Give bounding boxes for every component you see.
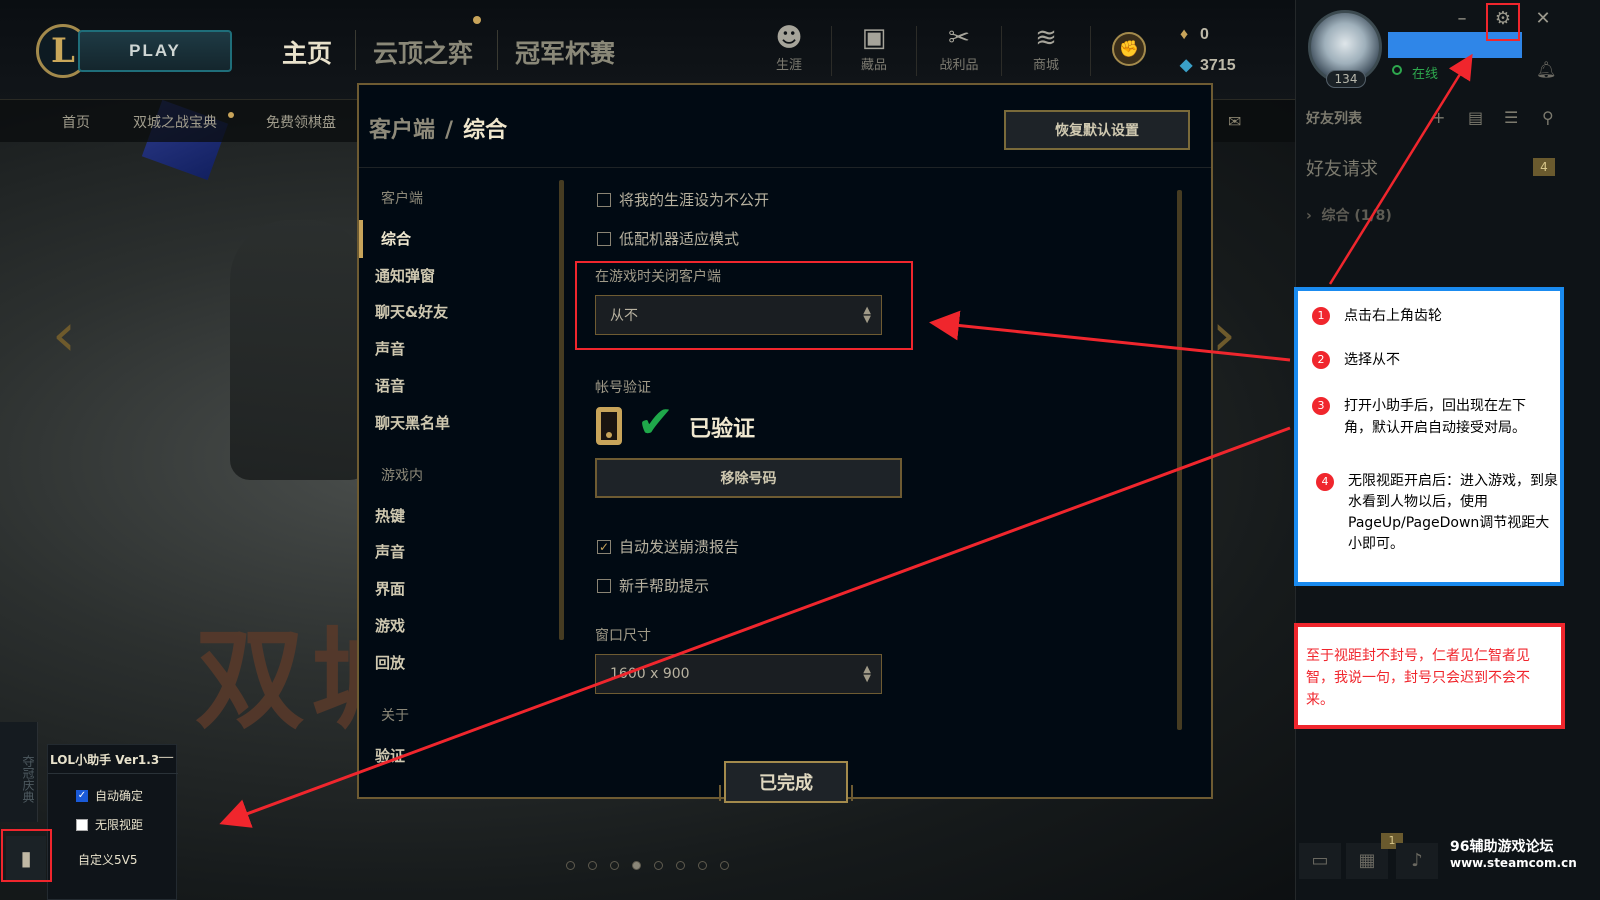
step-4: 4 无限视距开启后：进入游戏，到泉水看到人物以后，使用PageUp/PageDow… <box>1316 471 1562 555</box>
arrow-to-gear <box>1328 53 1473 285</box>
arrow-to-helper <box>219 426 1291 828</box>
step-text: 打开小助手后，回出现在左下角，默认开启自动接受对局。 <box>1344 398 1526 436</box>
step-text: 无限视距开启后：进入游戏，到泉水看到人物以后，使用PageUp/PageDown… <box>1348 473 1558 552</box>
instructions-panel: 1 点击右上角齿轮 2 选择从不 3 打开小助手后，回出现在左下角，默认开启自动接受对… <box>1294 287 1564 586</box>
step-number: 2 <box>1312 351 1330 369</box>
step-number: 3 <box>1312 397 1330 415</box>
step-1: 1 点击右上角齿轮 <box>1312 305 1442 327</box>
step-text: 点击右上角齿轮 <box>1344 308 1442 324</box>
arrow-to-select <box>929 310 1291 362</box>
step-number: 1 <box>1312 307 1330 325</box>
step-2: 2 选择从不 <box>1312 349 1400 371</box>
step-number: 4 <box>1316 473 1334 491</box>
step-3: 3 打开小助手后，回出现在左下角，默认开启自动接受对局。 <box>1312 395 1528 439</box>
disclaimer-note: 至于视距封不封号，仁者见仁智者见智，我说一句，封号只会迟到不会不来。 <box>1294 623 1565 729</box>
step-text: 选择从不 <box>1344 352 1400 368</box>
